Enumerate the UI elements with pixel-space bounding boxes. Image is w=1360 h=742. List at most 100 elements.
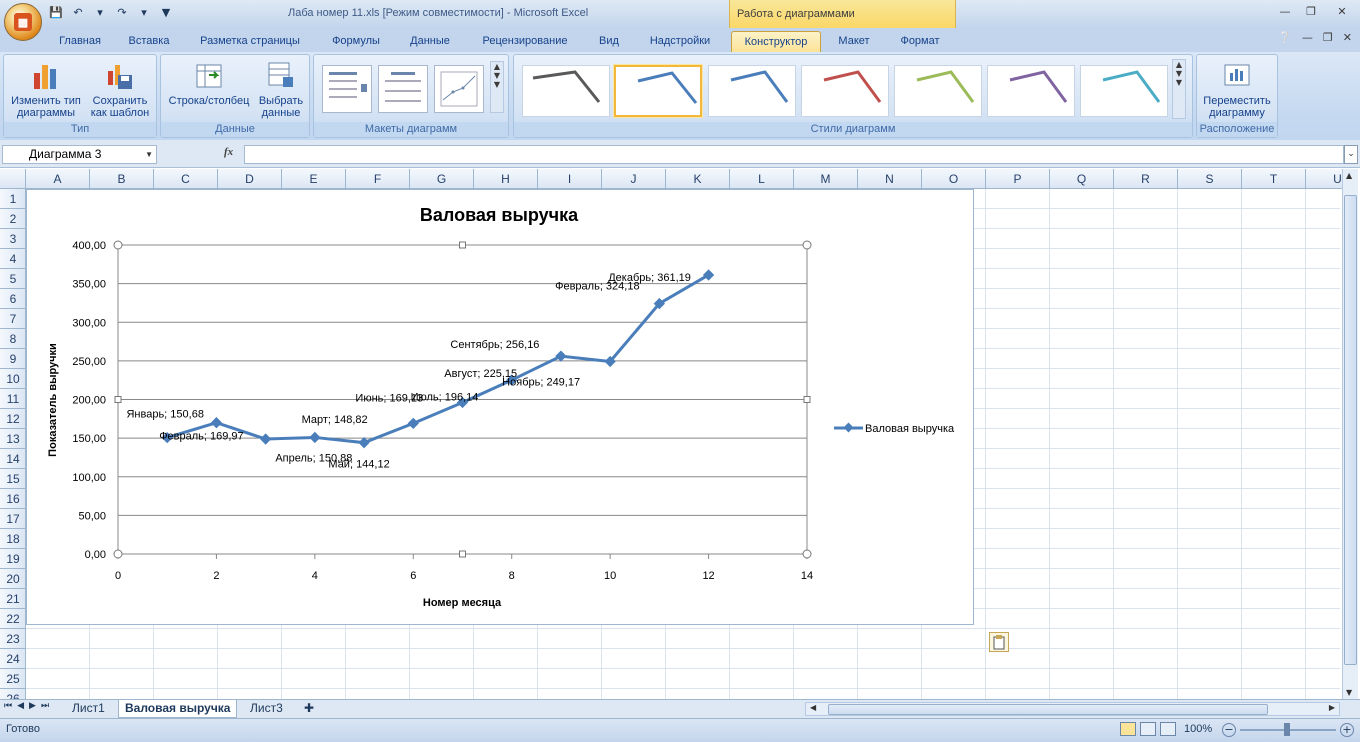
chart-layout-2[interactable] <box>378 65 428 113</box>
column-header-F[interactable]: F <box>346 169 410 189</box>
row-header-14[interactable]: 14 <box>0 449 25 469</box>
customize-qat-icon[interactable]: ▼ <box>158 5 174 21</box>
restore-workbook-icon[interactable]: ❐ <box>1323 31 1333 44</box>
tab-design[interactable]: Конструктор <box>731 31 821 52</box>
formula-input[interactable] <box>244 145 1344 164</box>
page-break-view-icon[interactable] <box>1160 722 1176 736</box>
row-header-17[interactable]: 17 <box>0 509 25 529</box>
chart-style-4[interactable] <box>801 65 889 117</box>
column-header-J[interactable]: J <box>602 169 666 189</box>
select-data-button[interactable]: Выбрать данные <box>255 59 307 119</box>
expand-formula-bar-icon[interactable]: ⌄ <box>1344 145 1358 164</box>
row-header-24[interactable]: 24 <box>0 649 25 669</box>
column-header-R[interactable]: R <box>1114 169 1178 189</box>
column-header-I[interactable]: I <box>538 169 602 189</box>
column-header-O[interactable]: O <box>922 169 986 189</box>
minimize-workbook-icon[interactable]: — <box>1302 31 1313 44</box>
chart-style-2[interactable] <box>614 65 702 117</box>
row-header-8[interactable]: 8 <box>0 329 25 349</box>
row-header-26[interactable]: 26 <box>0 689 25 699</box>
zoom-slider-thumb[interactable] <box>1284 723 1290 736</box>
row-header-21[interactable]: 21 <box>0 589 25 609</box>
column-header-D[interactable]: D <box>218 169 282 189</box>
column-header-G[interactable]: G <box>410 169 474 189</box>
move-chart-button[interactable]: Переместить диаграмму <box>1199 59 1275 119</box>
styles-gallery-scroll[interactable]: ▲ ▼ ▼ <box>1172 59 1186 119</box>
tab-formulas[interactable]: Формулы <box>322 31 390 52</box>
insert-sheet-icon[interactable]: ✚ <box>298 700 320 718</box>
close-icon[interactable]: ✕ <box>1324 0 1360 24</box>
insert-function-button[interactable]: fx <box>224 146 233 158</box>
help-icon[interactable]: ❔ <box>1278 31 1292 44</box>
column-header-M[interactable]: M <box>794 169 858 189</box>
chart-style-1[interactable] <box>522 65 610 117</box>
row-header-4[interactable]: 4 <box>0 249 25 269</box>
row-header-15[interactable]: 15 <box>0 469 25 489</box>
column-header-K[interactable]: K <box>666 169 730 189</box>
horizontal-scrollbar[interactable]: ◀ ▶ <box>805 702 1340 716</box>
sheet-nav-arrows-icon[interactable]: ⏮◀▶⏭ <box>4 701 54 711</box>
column-header-T[interactable]: T <box>1242 169 1306 189</box>
tab-format[interactable]: Формат <box>888 31 952 52</box>
column-header-Q[interactable]: Q <box>1050 169 1114 189</box>
row-header-9[interactable]: 9 <box>0 349 25 369</box>
column-header-S[interactable]: S <box>1178 169 1242 189</box>
zoom-out-icon[interactable]: − <box>1222 723 1236 737</box>
scroll-right-icon[interactable]: ▶ <box>1329 703 1335 712</box>
sheet-tab-3[interactable]: Лист3 <box>244 700 289 718</box>
scroll-up-icon[interactable]: ▲ <box>1346 171 1352 180</box>
row-header-23[interactable]: 23 <box>0 629 25 649</box>
sheet-tab-1[interactable]: Лист1 <box>66 700 111 718</box>
undo-icon[interactable]: ↶ <box>70 5 86 21</box>
row-header-16[interactable]: 16 <box>0 489 25 509</box>
redo-dropdown-icon[interactable]: ▾ <box>136 5 152 21</box>
column-header-N[interactable]: N <box>858 169 922 189</box>
tab-data[interactable]: Данные <box>400 31 460 52</box>
column-header-A[interactable]: A <box>26 169 90 189</box>
row-header-20[interactable]: 20 <box>0 569 25 589</box>
chart-layout-3[interactable] <box>434 65 484 113</box>
chart-area[interactable]: Валовая выручка 0,00 50,00 100,00 150,00 200,… <box>26 189 974 625</box>
close-workbook-icon[interactable]: ✕ <box>1343 31 1352 44</box>
tab-home[interactable]: Главная <box>50 31 110 52</box>
row-header-7[interactable]: 7 <box>0 309 25 329</box>
chart-style-3[interactable] <box>708 65 796 117</box>
scroll-left-icon[interactable]: ◀ <box>810 703 816 712</box>
save-icon[interactable]: 💾 <box>48 5 64 21</box>
minimize-icon[interactable]: — <box>1272 0 1298 24</box>
tab-insert[interactable]: Вставка <box>118 31 180 52</box>
name-box-dropdown-icon[interactable]: ▼ <box>145 146 153 163</box>
tab-view[interactable]: Вид <box>590 31 628 52</box>
row-header-1[interactable]: 1 <box>0 189 25 209</box>
chart-style-6[interactable] <box>987 65 1075 117</box>
redo-icon[interactable]: ↷ <box>114 5 130 21</box>
scroll-down-icon[interactable]: ▼ <box>1346 688 1352 697</box>
tab-addins[interactable]: Надстройки <box>638 31 722 52</box>
change-chart-type-button[interactable]: Изменить тип диаграммы <box>8 59 84 119</box>
row-header-18[interactable]: 18 <box>0 529 25 549</box>
select-all-corner[interactable] <box>0 169 26 189</box>
paste-options-icon[interactable] <box>989 632 1009 652</box>
office-button[interactable]: ▩ <box>4 3 42 41</box>
vertical-scroll-thumb[interactable] <box>1344 195 1357 665</box>
tab-page-layout[interactable]: Разметка страницы <box>190 31 310 52</box>
chart-layout-1[interactable] <box>322 65 372 113</box>
column-header-C[interactable]: C <box>154 169 218 189</box>
column-header-B[interactable]: B <box>90 169 154 189</box>
row-header-13[interactable]: 13 <box>0 429 25 449</box>
row-header-5[interactable]: 5 <box>0 269 25 289</box>
row-header-19[interactable]: 19 <box>0 549 25 569</box>
page-layout-view-icon[interactable] <box>1140 722 1156 736</box>
chart-style-5[interactable] <box>894 65 982 117</box>
row-header-3[interactable]: 3 <box>0 229 25 249</box>
normal-view-icon[interactable] <box>1120 722 1136 736</box>
chart-style-7[interactable] <box>1080 65 1168 117</box>
undo-dropdown-icon[interactable]: ▾ <box>92 5 108 21</box>
horizontal-scroll-thumb[interactable] <box>828 704 1268 715</box>
layouts-gallery-scroll[interactable]: ▲ ▼ ▼ <box>490 61 504 113</box>
row-header-10[interactable]: 10 <box>0 369 25 389</box>
switch-row-column-button[interactable]: Строка/столбец <box>165 59 253 107</box>
row-header-12[interactable]: 12 <box>0 409 25 429</box>
tab-review[interactable]: Рецензирование <box>470 31 580 52</box>
tab-layout[interactable]: Макет <box>828 31 880 52</box>
